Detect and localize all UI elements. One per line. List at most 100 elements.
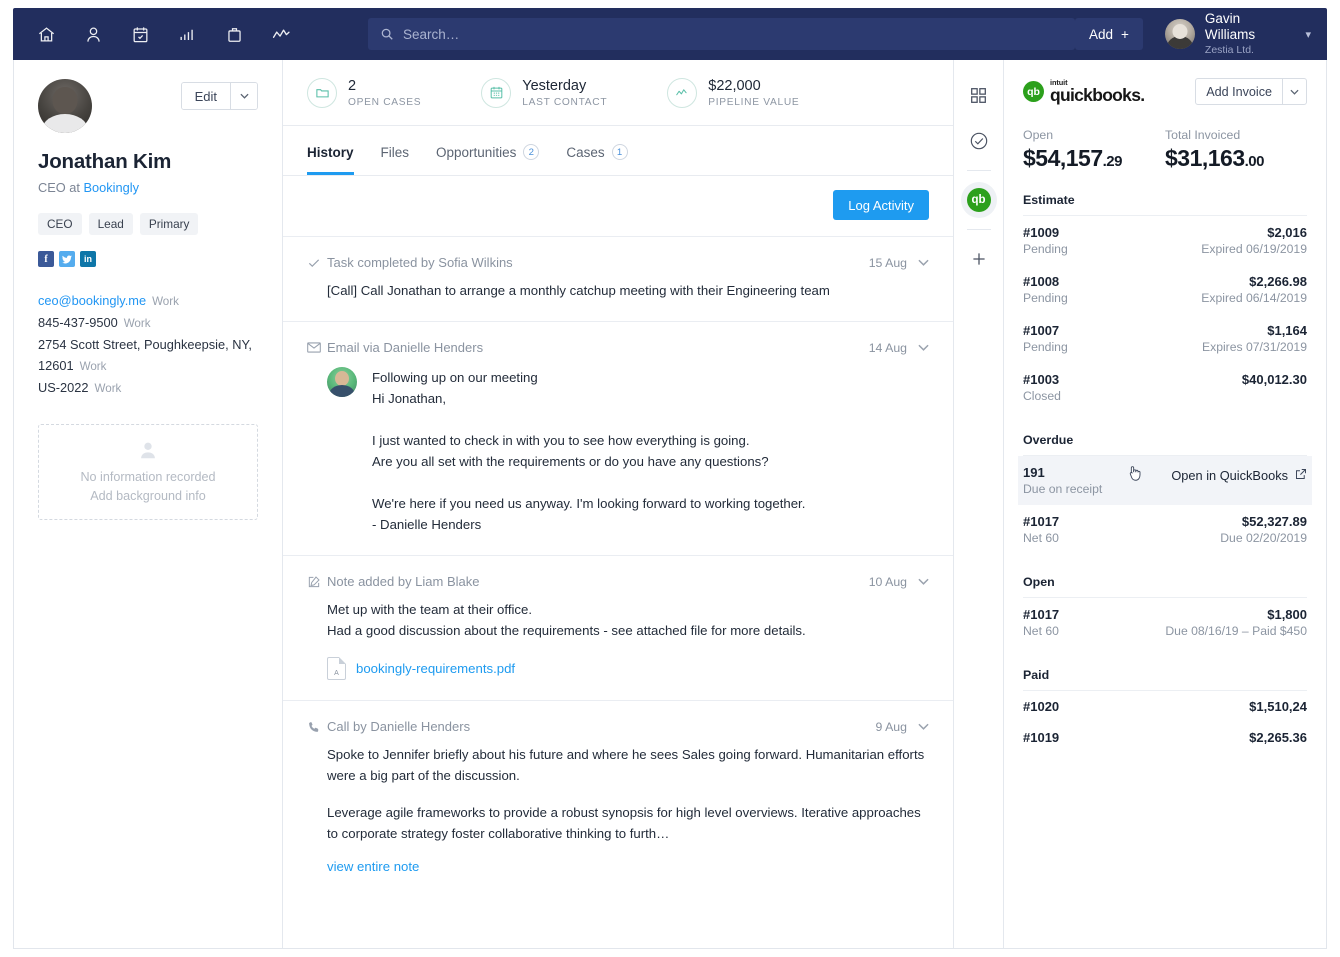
integration-rail: qb [953,60,1004,948]
divider [966,170,991,171]
add-invoice-button[interactable]: Add Invoice [1196,79,1282,104]
invoice-due: Due 08/16/19 – Paid $450 [1165,624,1307,638]
quickbooks-icon[interactable]: qb [960,182,997,218]
linkedin-icon[interactable]: in [80,251,96,267]
person-placeholder-icon [141,442,155,458]
total-invoiced: Total Invoiced $31,163.00 [1165,128,1307,172]
stat-last-contact: Yesterday LAST CONTACT [481,77,607,108]
home-icon[interactable] [31,19,61,49]
tab-opportunities[interactable]: Opportunities 2 [436,144,540,175]
nav-right-group: Add + Gavin Williams Zestia Ltd. ▾ [1075,11,1327,58]
page-title: Jonathan Kim [38,150,172,173]
feed-item-date: 15 Aug [868,255,907,270]
invoice-row[interactable]: #1017 Net 60 $1,800 Due 08/16/19 – Paid $4… [1018,598,1312,647]
invoice-row[interactable]: #1017 Net 60 $52,327.89 Due 02/20/2019 [1018,505,1312,554]
stat-pipeline-value-label: PIPELINE VALUE [708,96,800,108]
bar-chart-icon[interactable] [172,19,202,49]
email-paragraph1-line1: I just wanted to check in with you to se… [372,433,750,448]
invoice-status: Net 60 [1023,624,1059,638]
contact-tags: CEO Lead Primary [38,213,258,235]
plus-icon[interactable] [961,241,997,277]
grid-icon[interactable] [961,77,997,113]
tag-ceo[interactable]: CEO [38,213,82,235]
invoice-status: Pending [1023,242,1068,256]
call-paragraph2: Leverage agile frameworks to provide a r… [327,805,921,841]
total-invoiced-amount: $31,163.00 [1165,145,1307,172]
briefcase-icon[interactable] [219,19,249,49]
chevron-down-icon[interactable]: ▾ [1305,28,1311,41]
invoice-row[interactable]: #1019 $2,265.36 [1018,722,1312,753]
contact-code-label: Work [94,382,122,395]
attachment-link[interactable]: bookingly-requirements.pdf [356,661,515,676]
tab-bar: History Files Opportunities 2 Cases 1 [283,126,953,176]
chevron-down-icon[interactable] [1282,79,1306,104]
invoice-row[interactable]: #1008 Pending $2,266.98 Expired 06/14/2019 [1018,265,1312,314]
invoice-amount: $2,265.36 [1249,730,1307,745]
edit-button[interactable]: Edit [181,83,230,109]
tab-opportunities-count: 2 [523,144,540,160]
feed-item-body: Met up with the team at their office. Ha… [307,599,929,641]
add-invoice-button-group: Add Invoice [1195,78,1307,105]
invoice-id: #1019 [1023,730,1060,745]
feed-item-date: 14 Aug [868,340,907,355]
invoice-due: Expired 06/19/2019 [1201,242,1307,256]
chevron-down-icon[interactable] [918,342,929,354]
feed-item-date: 9 Aug [875,719,907,734]
calendar-icon[interactable] [125,19,155,49]
chevron-down-icon[interactable] [230,83,257,109]
view-entire-note-link[interactable]: view entire note [327,859,419,874]
search-icon [381,28,393,40]
stat-open-cases-value: 2 [348,77,357,94]
chevron-down-icon[interactable] [918,257,929,269]
invoice-amount: $2,016 [1267,225,1307,240]
feed-item-title: Task completed by Sofia Wilkins [327,255,513,270]
chevron-down-icon[interactable] [918,721,929,733]
invoice-id: #1009 [1023,225,1060,240]
invoice-row[interactable]: #1003 Closed $40,012.30 [1018,363,1312,412]
contact-role-prefix: CEO at [38,180,84,195]
chevron-down-icon[interactable] [918,576,929,588]
tab-history[interactable]: History [307,145,354,175]
add-button[interactable]: Add + [1075,18,1143,50]
open-in-quickbooks-action[interactable]: Open in QuickBooks [1127,465,1307,485]
person-icon[interactable] [78,19,108,49]
invoice-row[interactable]: #1020 $1,510,24 [1018,691,1312,722]
contact-email-label: Work [152,295,179,308]
mouse-cursor-icon [1127,465,1142,485]
facebook-icon[interactable]: f [38,251,54,267]
external-link-icon [1295,468,1307,483]
invoice-row[interactable]: #1009 Pending $2,016 Expired 06/19/2019 [1018,216,1312,265]
tab-files[interactable]: Files [381,145,410,175]
contact-code-row: US-2022 Work [38,377,258,399]
plus-icon: + [1121,26,1129,42]
contact-email[interactable]: ceo@bookingly.me [38,293,146,308]
search-input[interactable] [403,26,1063,42]
activity-feed: Log Activity Task completed by Sofia Wil… [283,176,953,948]
invoice-row-hovered[interactable]: 191 Due on receipt Open in QuickBooks [1018,456,1312,505]
tag-primary[interactable]: Primary [139,213,199,235]
feed-item-meta: 9 Aug [876,720,929,734]
contact-company-link[interactable]: Bookingly [84,180,140,195]
invoice-status: Pending [1023,291,1068,305]
user-name: Gavin Williams [1204,10,1256,43]
contact-sidebar: Edit Jonathan Kim CEO at Bookingly CEO L… [14,60,283,948]
user-company: Zestia Ltd. [1204,44,1254,57]
tab-cases[interactable]: Cases 1 [566,144,628,175]
calendar-icon [481,77,512,108]
feed-item-title: Call by Danielle Henders [327,719,471,734]
contact-details: ceo@bookingly.me Work 845-437-9500 Work 27… [38,290,258,399]
search-bar[interactable] [368,18,1075,50]
user-menu[interactable]: Gavin Williams Zestia Ltd. [1164,10,1284,58]
feed-item-note: Note added by Liam Blake 10 Aug Met up w… [283,555,953,700]
feed-item-title: Email via Danielle Henders [327,340,484,355]
log-activity-button[interactable]: Log Activity [833,190,929,220]
invoice-amount: $1,164 [1267,323,1307,338]
feed-item-meta: 14 Aug [869,341,929,355]
invoice-row[interactable]: #1007 Pending $1,164 Expires 07/31/2019 [1018,314,1312,363]
check-circle-icon[interactable] [961,123,997,159]
email-greeting: Hi Jonathan, [372,391,447,406]
background-info-placeholder[interactable]: No information recorded Add background i… [38,424,258,520]
tag-lead[interactable]: Lead [88,213,133,235]
trend-line-icon[interactable] [266,19,296,49]
twitter-icon[interactable] [59,251,75,267]
